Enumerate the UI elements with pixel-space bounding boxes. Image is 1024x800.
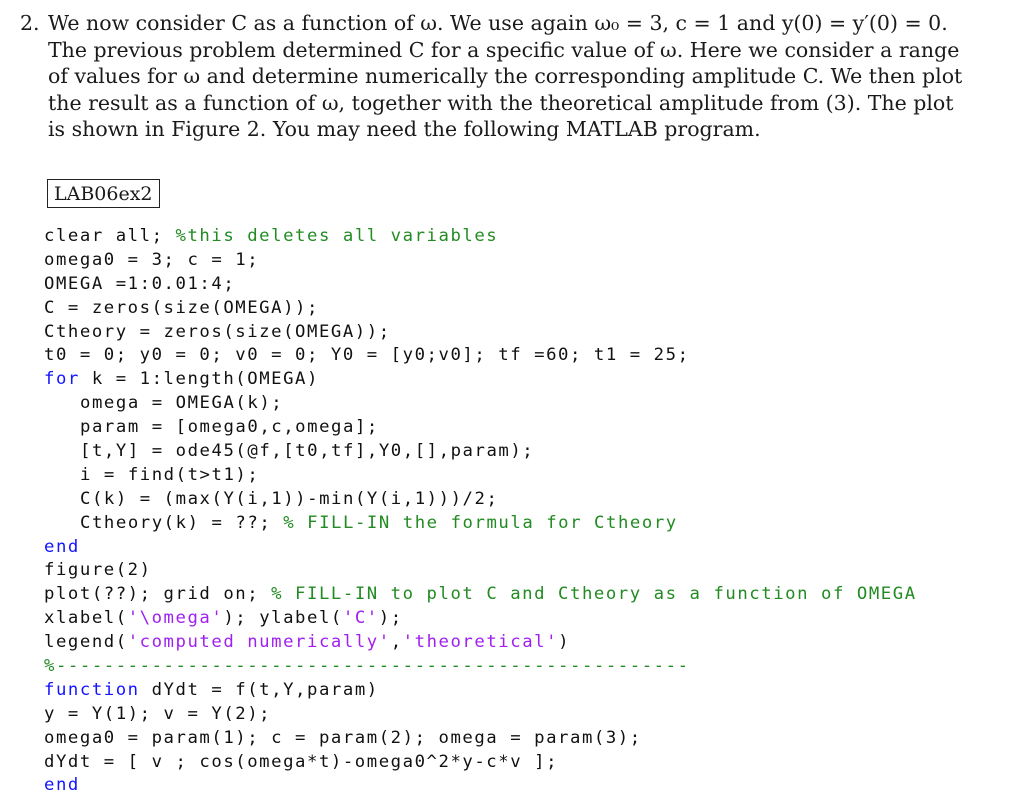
code-token-plain: dYdt = [ v ; cos(omega*t)-omega0^2*y-c*v… (44, 751, 559, 772)
code-line: param = [omega0,c,omega]; (44, 416, 917, 440)
code-token-plain: ) (558, 632, 571, 653)
code-line: end (44, 774, 917, 798)
matlab-code-block: clear all; %this deletes all variables om… (44, 225, 917, 798)
code-line: function dYdt = f(t,Y,param) (44, 679, 917, 703)
code-token-plain: ); (378, 608, 403, 629)
code-line: end (44, 536, 917, 560)
code-line: C = zeros(size(OMEGA)); (44, 297, 917, 321)
program-label: LAB06ex2 (47, 179, 160, 208)
code-line: omega0 = param(1); c = param(2); omega =… (44, 727, 917, 751)
code-line: C(k) = (max(Y(i,1))-min(Y(i,1)))/2; (44, 488, 917, 512)
code-token-comment: %---------------------------------------… (44, 656, 690, 677)
code-token-plain: Ctheory = zeros(size(OMEGA)); (44, 321, 391, 342)
code-token-keyword: end (44, 536, 80, 557)
paragraph-line: of values for ω and determine numericall… (48, 64, 963, 88)
code-line: legend('computed numerically','theoretic… (44, 631, 917, 655)
code-token-plain: xlabel( (44, 608, 128, 629)
code-line: %---------------------------------------… (44, 655, 917, 679)
code-line: for k = 1:length(OMEGA) (44, 368, 917, 392)
code-line: xlabel('\omega'); ylabel('C'); (44, 607, 917, 631)
code-token-comment: %this deletes all variables (175, 226, 499, 246)
code-token-plain: OMEGA =1:0.01:4; (44, 273, 236, 294)
code-token-keyword: function (44, 679, 140, 700)
paragraph-line: We now consider C as a function of ω. We… (48, 11, 948, 35)
problem-number: 2. (20, 11, 40, 35)
code-token-plain: C(k) = (max(Y(i,1))-min(Y(i,1)))/2; (80, 488, 499, 509)
code-token-plain: dYdt = f(t,Y,param) (139, 679, 379, 700)
code-line: [t,Y] = ode45(@f,[t0,tf],Y0,[],param); (44, 440, 917, 464)
code-token-comment: % FILL-IN to plot C and Ctheory as a fun… (271, 584, 917, 605)
code-token-plain: clear all; (44, 226, 176, 246)
problem-paragraph: 2. We now consider C as a function of ω.… (20, 10, 963, 143)
code-token-plain: omega0 = 3; c = 1; (44, 249, 260, 270)
code-token-comment: % FILL-IN the formula for Ctheory (283, 512, 678, 533)
code-line: plot(??); grid on; % FILL-IN to plot C a… (44, 583, 917, 607)
code-line: dYdt = [ v ; cos(omega*t)-omega0^2*y-c*v… (44, 751, 917, 775)
code-token-plain: Ctheory(k) = ??; (80, 512, 284, 533)
code-token-plain: t0 = 0; y0 = 0; v0 = 0; Y0 = [y0;v0]; tf… (44, 345, 690, 366)
code-token-keyword: end (44, 775, 80, 796)
code-line: t0 = 0; y0 = 0; v0 = 0; Y0 = [y0;v0]; tf… (44, 344, 917, 368)
code-token-plain: i = find(t>t1); (80, 464, 260, 485)
code-token-string: 'computed numerically' (127, 632, 391, 653)
code-token-plain: omega = OMEGA(k); (80, 393, 284, 414)
code-token-plain: [t,Y] = ode45(@f,[t0,tf],Y0,[],param); (80, 441, 535, 462)
paragraph-line: is shown in Figure 2. You may need the f… (48, 117, 761, 141)
code-line: Ctheory(k) = ??; % FILL-IN the formula f… (44, 512, 917, 536)
code-token-plain: figure(2) (44, 560, 152, 581)
code-line: y = Y(1); v = Y(2); (44, 703, 917, 727)
code-line: clear all; %this deletes all variables (44, 225, 917, 249)
code-token-keyword: for (44, 369, 80, 390)
code-token-plain: k = 1:length(OMEGA) (79, 369, 319, 390)
code-token-string: 'theoretical' (402, 632, 559, 653)
code-line: i = find(t>t1); (44, 464, 917, 488)
code-token-plain: legend( (44, 632, 128, 653)
code-line: omega0 = 3; c = 1; (44, 249, 917, 273)
paragraph-line: the result as a function of ω, together … (48, 90, 954, 115)
code-line: OMEGA =1:0.01:4; (44, 273, 917, 297)
code-token-plain: omega0 = param(1); c = param(2); omega =… (44, 727, 642, 748)
code-token-plain: plot(??); grid on; (44, 584, 272, 605)
code-token-plain: param = [omega0,c,omega]; (80, 417, 379, 438)
code-line: figure(2) (44, 559, 917, 583)
code-line: omega = OMEGA(k); (44, 392, 917, 416)
code-token-plain: C = zeros(size(OMEGA)); (44, 297, 319, 318)
paragraph-line: The previous problem determined C for a … (48, 37, 960, 62)
code-token-plain: , (390, 632, 403, 653)
code-token-plain: ); ylabel( (223, 608, 343, 629)
code-token-string: '\omega' (127, 608, 224, 629)
code-line: Ctheory = zeros(size(OMEGA)); (44, 321, 917, 345)
code-token-string: 'C' (342, 608, 379, 629)
code-token-plain: y = Y(1); v = Y(2); (44, 703, 272, 724)
